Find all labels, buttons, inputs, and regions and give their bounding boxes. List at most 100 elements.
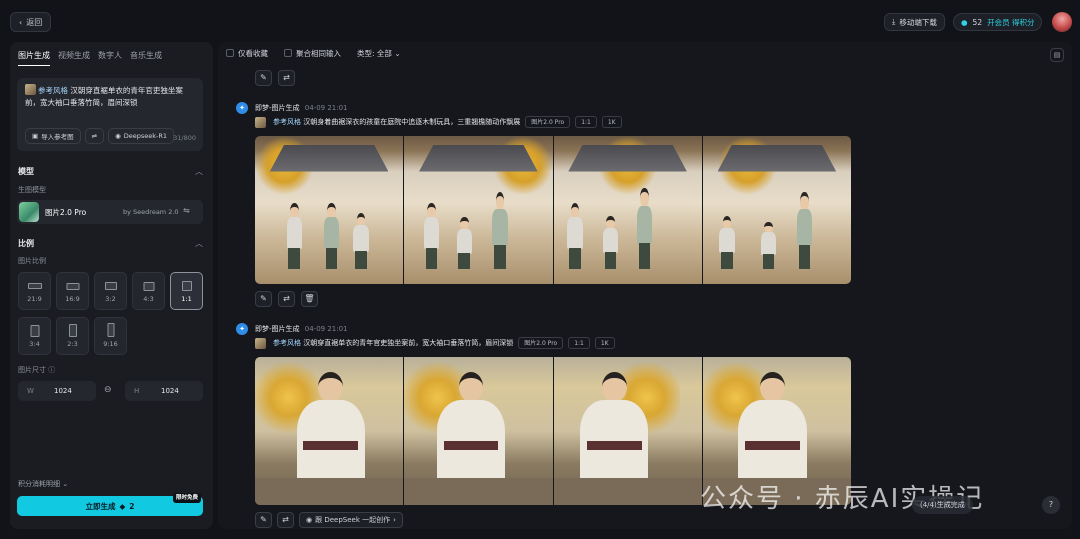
- favorites-label: 仅看收藏: [238, 49, 268, 58]
- mobile-download-button[interactable]: ⤓ 移动端下载: [884, 13, 945, 31]
- resolution-tag: 1K: [601, 116, 622, 128]
- generation-prompt: 参考风格 汉朝身着曲裾深衣的孩童在庭院中追逐木制玩具，三重翘檐随动作飘展 图片2…: [255, 116, 622, 128]
- ratio-9-16[interactable]: 9:16: [94, 317, 127, 355]
- ratio-tag: 1:1: [568, 337, 590, 349]
- ratio-section-title: 比例: [18, 239, 34, 248]
- edit-icon[interactable]: ✎: [255, 70, 272, 86]
- size-label-text: 图片尺寸: [18, 366, 46, 374]
- prompt-text[interactable]: 参考风格 汉朝穿直裾单衣的青年官吏独坐案前，宽大袖口垂落竹简，眉间深锁: [25, 84, 197, 109]
- scholar-figure: [436, 371, 506, 488]
- model-selector[interactable]: 图片2.0 Pro by Seedream 2.0 ⇋: [17, 200, 203, 224]
- limited-free-badge: 限时免费: [172, 493, 201, 503]
- regenerate-icon[interactable]: ⇄: [278, 70, 295, 86]
- width-value: 1024: [54, 387, 72, 395]
- user-avatar[interactable]: [1052, 12, 1072, 32]
- merge-label: 聚合相同输入: [296, 49, 341, 58]
- filter-bar: 仅看收藏 聚合相同输入 类型: 全部 ⌄: [226, 48, 401, 59]
- import-label: 导入参考图: [41, 133, 74, 141]
- generated-image[interactable]: [553, 136, 702, 284]
- ratio-3-2[interactable]: 3:2: [94, 272, 127, 310]
- adjust-button[interactable]: ⇌: [84, 128, 105, 144]
- child-figure: [351, 212, 370, 270]
- roof-shape: [717, 144, 837, 172]
- deepseek-create-button[interactable]: ◉ 跟 DeepSeek 一起创作 ›: [299, 512, 403, 528]
- second-actions: ✎ ⇄ ◉ 跟 DeepSeek 一起创作 ›: [255, 512, 403, 528]
- ratio-16-9[interactable]: 16:9: [56, 272, 89, 310]
- chevron-up-icon[interactable]: ︿: [195, 166, 203, 177]
- main-feed: 仅看收藏 聚合相同输入 类型: 全部 ⌄ ▤ ✎ ⇄ ✦ 即梦-图片生成 04-…: [218, 42, 1072, 529]
- reference-style-tag: 参考风格: [38, 86, 68, 95]
- deepseek-chip[interactable]: ◉ Deepseek-R1: [108, 128, 175, 144]
- tab-avatar[interactable]: 数字人: [98, 50, 122, 66]
- type-filter[interactable]: 类型: 全部 ⌄: [357, 48, 401, 59]
- ratio-3-4[interactable]: 3:4: [18, 317, 51, 355]
- ratio-shape-icon: [66, 283, 79, 290]
- prompt-box[interactable]: 参考风格 汉朝穿直裾单衣的青年官吏独坐案前，宽大袖口垂落竹简，眉间深锁 ▣ 导入…: [17, 78, 203, 151]
- help-icon[interactable]: ?: [1042, 496, 1060, 514]
- credits-detail-link[interactable]: 积分消耗明细 ⌄: [18, 479, 68, 489]
- link-aspect-icon[interactable]: ⊖: [104, 385, 112, 395]
- scholar-figure: [296, 371, 365, 488]
- delete-icon[interactable]: 🗑: [301, 291, 318, 307]
- merge-filter[interactable]: 聚合相同输入: [284, 48, 341, 59]
- roof-shape: [269, 144, 389, 172]
- model-thumbnail: [19, 202, 39, 222]
- generated-image[interactable]: [255, 136, 404, 284]
- roof-shape: [568, 144, 687, 172]
- generated-image[interactable]: [553, 357, 702, 505]
- ratio-shape-icon: [143, 282, 154, 291]
- tab-video[interactable]: 视频生成: [58, 50, 90, 66]
- child-figure: [601, 215, 620, 270]
- regenerate-icon[interactable]: ⇄: [277, 512, 294, 528]
- chevron-down-icon: ⌄: [62, 480, 69, 488]
- tab-image[interactable]: 图片生成: [18, 50, 50, 66]
- jimeng-logo-icon: ✦: [236, 323, 248, 335]
- generation-prompt: 参考风格 汉朝穿直裾单衣的青年官吏独坐案前，宽大袖口垂落竹简，眉间深锁 图片2.…: [255, 337, 615, 349]
- vip-link[interactable]: 开会员 得积分: [987, 17, 1034, 28]
- chevron-up-icon[interactable]: ︿: [195, 238, 203, 249]
- generation-tabs: 图片生成 视频生成 数字人 音乐生成: [18, 50, 162, 66]
- model-tag: 图片2.0 Pro: [525, 116, 571, 128]
- child-figure: [490, 192, 509, 270]
- ratio-label: 3:2: [105, 295, 116, 303]
- agent-name: 即梦-图片生成: [255, 104, 300, 112]
- generated-image[interactable]: [404, 136, 553, 284]
- back-button[interactable]: ‹ 返回: [10, 12, 52, 32]
- generated-image[interactable]: [255, 357, 404, 505]
- credits-count: 52: [972, 17, 983, 27]
- height-input[interactable]: H 1024: [125, 381, 203, 401]
- ratio-4-3[interactable]: 4:3: [132, 272, 165, 310]
- reference-thumbnail: [255, 116, 266, 128]
- edit-icon[interactable]: ✎: [255, 512, 272, 528]
- desk: [255, 478, 404, 505]
- tab-music[interactable]: 音乐生成: [130, 50, 162, 66]
- checkbox-icon: [284, 49, 292, 57]
- panel-toggle-icon[interactable]: ▤: [1050, 48, 1064, 62]
- settings-icon[interactable]: ⇋: [183, 206, 190, 215]
- ratio-2-3[interactable]: 2:3: [56, 317, 89, 355]
- ratio-shape-icon: [68, 324, 77, 337]
- ratio-21-9[interactable]: 21:9: [18, 272, 51, 310]
- credits-pill[interactable]: ● 52 开会员 得积分: [953, 13, 1043, 31]
- import-reference-button[interactable]: ▣ 导入参考图: [25, 128, 81, 144]
- sliders-icon: ⇌: [91, 132, 98, 140]
- generated-image[interactable]: [404, 357, 553, 505]
- regenerate-icon[interactable]: ⇄: [278, 291, 295, 307]
- reference-style-tag: 参考风格: [273, 339, 301, 347]
- generate-button[interactable]: 立即生成 ◆ 2 限时免费: [17, 493, 203, 516]
- model-tag: 图片2.0 Pro: [518, 337, 564, 349]
- desk: [404, 478, 553, 505]
- child-figure: [565, 202, 584, 270]
- favorites-filter[interactable]: 仅看收藏: [226, 48, 268, 59]
- ratio-label: 21:9: [27, 295, 42, 303]
- child-figure: [455, 217, 474, 270]
- child-figure: [635, 187, 654, 270]
- generated-image[interactable]: [702, 136, 851, 284]
- edit-icon[interactable]: ✎: [255, 291, 272, 307]
- ratio-tag: 1:1: [575, 116, 597, 128]
- ratio-1-1[interactable]: 1:1: [170, 272, 203, 310]
- ratio-label: 9:16: [103, 340, 118, 348]
- child-figure: [322, 202, 341, 270]
- width-input[interactable]: W 1024: [18, 381, 96, 401]
- image-icon: ▣: [32, 132, 39, 140]
